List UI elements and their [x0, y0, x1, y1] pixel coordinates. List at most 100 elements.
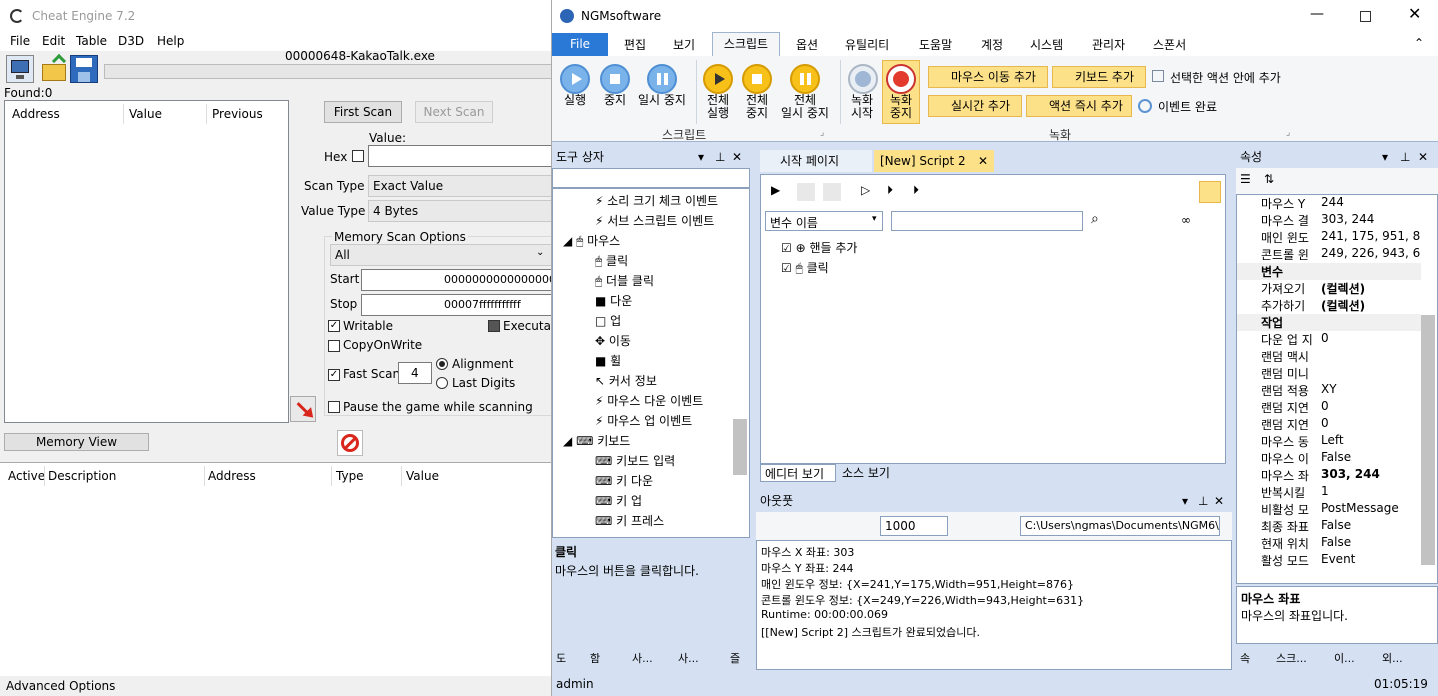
tree-item-volume-event[interactable]: ⚡ 소리 크기 체크 이벤트: [595, 192, 718, 209]
tab-image[interactable]: 이...: [1334, 650, 1355, 666]
expand-arrow-icon[interactable]: ◢: [563, 434, 572, 448]
tab-toolbox[interactable]: 도: [556, 650, 566, 666]
last-digits-radio[interactable]: [436, 377, 448, 389]
memory-view-button[interactable]: Memory View: [4, 433, 149, 451]
prop-row[interactable]: 추가하기 (컬렉션): [1237, 297, 1421, 314]
menu-edit[interactable]: Edit: [42, 34, 65, 48]
tab-script[interactable]: 스크립트: [712, 32, 780, 57]
properties-scrollbar-thumb[interactable]: [1421, 315, 1435, 565]
start-address-input[interactable]: 0000000000000000: [361, 269, 551, 291]
run-icon[interactable]: [560, 64, 590, 94]
script-editor[interactable]: ▶ ▷ ⏵ ⏵ 변수 이름 ▾ ⌕ ∞ ☑ ⊕ 핸들 추가 ☑ 🖱 클릭: [760, 174, 1226, 464]
maximize-icon[interactable]: [1360, 11, 1371, 22]
close-panel-icon[interactable]: ✕: [1214, 490, 1224, 512]
prop-row[interactable]: 랜덤 맥시: [1237, 348, 1421, 365]
hex-checkbox[interactable]: [352, 150, 364, 162]
prop-row[interactable]: 랜덤 지연 0: [1237, 399, 1421, 416]
column-address[interactable]: Address: [12, 107, 60, 121]
column-type[interactable]: Type: [336, 469, 364, 483]
variable-name-select[interactable]: 변수 이름 ▾: [765, 211, 883, 231]
checkbox-checked-icon[interactable]: ☑: [781, 261, 792, 275]
stop-all-icon[interactable]: [742, 64, 772, 94]
cancel-scan-icon[interactable]: [337, 430, 363, 456]
run-cursor-icon[interactable]: ⏵: [913, 183, 919, 198]
tree-item-mouse-down-event[interactable]: ⚡ 마우스 다운 이벤트: [595, 392, 703, 409]
pause-icon[interactable]: [797, 183, 815, 201]
collapse-ribbon-icon[interactable]: ⌃: [1414, 36, 1424, 50]
output-log[interactable]: 마우스 X 좌표: 303 마우스 Y 좌표: 244 매인 윈도우 정보: {…: [756, 540, 1232, 670]
pause-all-icon[interactable]: [790, 64, 820, 94]
tab-sponsor[interactable]: 스폰서: [1153, 36, 1186, 53]
stop-icon[interactable]: [600, 64, 630, 94]
tab-editor-view[interactable]: 에디터 보기: [760, 464, 836, 482]
prop-row[interactable]: 최종 좌표 False: [1237, 518, 1421, 535]
stop-icon[interactable]: [823, 183, 841, 201]
add-action-now-button[interactable]: 액션 즉시 추가: [1026, 95, 1132, 117]
output-count-input[interactable]: 1000: [880, 516, 948, 536]
prop-row[interactable]: 마우스 Y 244: [1237, 195, 1421, 212]
scan-results-list[interactable]: Address Value Previous: [4, 100, 289, 423]
column-description[interactable]: Description: [48, 469, 116, 483]
tree-item-key-press[interactable]: ⌨ 키 프레스: [595, 512, 664, 529]
prop-row[interactable]: 마우스 좌 303, 244: [1237, 467, 1421, 484]
prop-row[interactable]: 비활성 모 PostMessage: [1237, 501, 1421, 518]
run-selection-icon[interactable]: ⏵: [887, 183, 893, 198]
in-selected-action-label[interactable]: 선택한 액션 안에 추가: [1170, 69, 1281, 86]
output-path-input[interactable]: C:\Users\ngmas\Documents\NGM6\: [1020, 516, 1220, 536]
writable-checkbox[interactable]: ✓: [328, 320, 340, 332]
close-panel-icon[interactable]: ✕: [732, 146, 742, 168]
tab-source-view[interactable]: 소스 보기: [838, 464, 904, 482]
toolbox-tree[interactable]: ⚡ 소리 크기 체크 이벤트 ⚡ 서브 스크립트 이벤트 ◢ 🖱 마우스 🖱 클…: [552, 188, 750, 538]
tab-properties[interactable]: 속: [1240, 650, 1250, 666]
prop-category-variables[interactable]: 변수: [1237, 263, 1421, 280]
close-panel-icon[interactable]: ✕: [1418, 146, 1428, 168]
event-done-label[interactable]: 이벤트 완료: [1158, 98, 1217, 115]
script-search-input[interactable]: [891, 211, 1083, 231]
tree-item-mouse-up-event[interactable]: ⚡ 마우스 업 이벤트: [595, 412, 692, 429]
close-tab-icon[interactable]: ✕: [978, 150, 988, 172]
run-all-label[interactable]: 전체 실행: [698, 94, 738, 120]
record-start-label[interactable]: 녹화 시작: [842, 94, 882, 120]
pause-all-label[interactable]: 전체 일시 중지: [775, 94, 835, 120]
tab-new-script[interactable]: [New] Script 2 ✕: [874, 150, 994, 172]
prop-row[interactable]: 현재 위치 False: [1237, 535, 1421, 552]
add-realtime-button[interactable]: 실시간 추가: [928, 95, 1022, 117]
script-item-add-handle[interactable]: ☑ ⊕ 핸들 추가: [781, 239, 857, 256]
tree-item-click[interactable]: 🖱 클릭: [595, 252, 628, 269]
tab-user-1[interactable]: 사...: [632, 650, 653, 666]
menu-help[interactable]: Help: [157, 34, 184, 48]
dropdown-icon[interactable]: ▾: [698, 146, 704, 168]
dropdown-icon[interactable]: ▾: [1182, 490, 1188, 512]
stop-label[interactable]: 중지: [600, 94, 630, 107]
prop-row[interactable]: 다운 업 지 0: [1237, 331, 1421, 348]
tree-item-key-up[interactable]: ⌨ 키 업: [595, 492, 642, 509]
add-keyboard-button[interactable]: 키보드 추가: [1052, 66, 1146, 88]
tab-account[interactable]: 계정: [981, 36, 1003, 53]
group-expander-icon[interactable]: ⌟: [1286, 128, 1290, 138]
tab-help[interactable]: 도움말: [919, 36, 952, 53]
record-stop-icon[interactable]: [886, 64, 916, 94]
scan-type-select[interactable]: Exact Value: [368, 175, 551, 197]
fast-scan-input[interactable]: 4: [398, 362, 432, 384]
prop-row[interactable]: 가져오기 (컬렉션): [1237, 280, 1421, 297]
categorized-icon[interactable]: ☰: [1240, 172, 1251, 186]
run-label[interactable]: 실행: [560, 94, 590, 107]
play-icon[interactable]: ▶: [771, 183, 789, 201]
scan-value-input[interactable]: [368, 145, 551, 167]
infinity-icon[interactable]: ∞: [1181, 213, 1191, 227]
column-previous[interactable]: Previous: [212, 107, 263, 121]
add-mouse-move-button[interactable]: 마우스 이동 추가: [928, 66, 1048, 88]
stop-all-label[interactable]: 전체 중지: [737, 94, 777, 120]
dropdown-icon[interactable]: ▾: [1382, 146, 1388, 168]
close-icon[interactable]: ✕: [1408, 4, 1421, 23]
prop-row[interactable]: 마우스 이 False: [1237, 450, 1421, 467]
tab-view[interactable]: 보기: [673, 36, 695, 53]
step-icon[interactable]: ▷: [861, 183, 870, 197]
alphabetical-icon[interactable]: ⇅: [1264, 172, 1274, 186]
column-value[interactable]: Value: [406, 469, 439, 483]
tab-script-props[interactable]: 스크...: [1276, 650, 1307, 666]
column-active[interactable]: Active: [8, 469, 45, 483]
tab-utility[interactable]: 유틸리티: [845, 36, 889, 53]
value-type-select[interactable]: 4 Bytes: [368, 200, 551, 222]
region-select[interactable]: All ⌄: [330, 244, 551, 266]
